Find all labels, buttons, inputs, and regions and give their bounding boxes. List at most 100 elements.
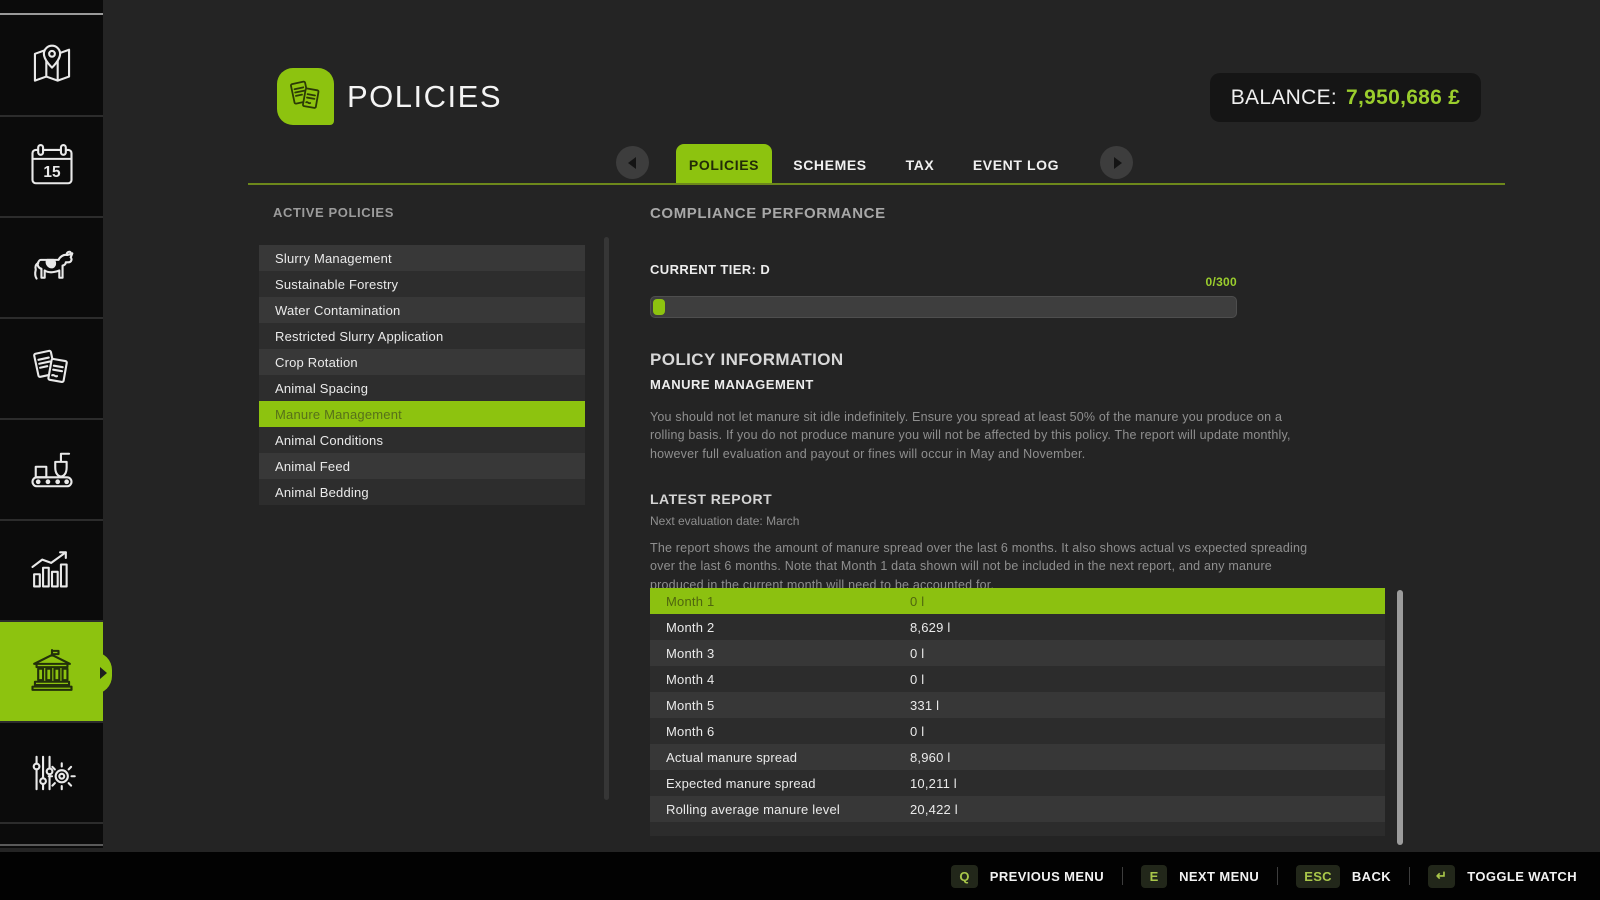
hint-next-menu[interactable]: E NEXT MENU [1141,865,1277,888]
active-item-arrow-icon [100,667,107,679]
table-row-month-5[interactable]: Month 5 331 l [650,692,1385,718]
cow-icon [26,242,78,294]
tab-tax[interactable]: TAX [870,144,970,185]
tab-schemes[interactable]: SCHEMES [780,144,880,185]
policy-list-scrollbar[interactable] [604,237,609,800]
hint-toggle-watch[interactable]: ↵ TOGGLE WATCH [1428,865,1577,888]
active-policies-heading: ACTIVE POLICIES [273,205,394,220]
policy-item-sustainable-forestry[interactable]: Sustainable Forestry [259,271,585,297]
table-row-month-6[interactable]: Month 6 0 l [650,718,1385,744]
table-row-expected-manure-spread[interactable]: Expected manure spread 10,211 l [650,770,1385,796]
policies-documents-icon [284,75,328,119]
sidebar-bottom-divider [0,844,103,846]
calendar-icon: 15 [26,141,78,193]
row-label: Month 1 [666,594,714,609]
policy-item-animal-bedding[interactable]: Animal Bedding [259,479,585,505]
hint-previous-menu[interactable]: Q PREVIOUS MENU [951,865,1122,888]
policy-information-heading: POLICY INFORMATION [650,350,844,370]
left-arrow-icon [628,157,636,169]
documents-icon [26,343,78,395]
sidebar-item-calendar[interactable]: 15 [0,117,103,218]
compliance-progress-bar [650,296,1237,318]
compliance-heading: COMPLIANCE PERFORMANCE [650,205,886,222]
policy-item-animal-spacing[interactable]: Animal Spacing [259,375,585,401]
hint-back[interactable]: ESC BACK [1296,865,1409,888]
row-value: 20,422 l [910,802,958,817]
table-row-month-4[interactable]: Month 4 0 l [650,666,1385,692]
hint-label: NEXT MENU [1179,869,1259,884]
tabs-next-button[interactable] [1100,146,1133,179]
enter-key-icon: ↵ [1428,865,1455,888]
hint-divider [1277,867,1278,885]
sidebar-item-animals[interactable] [0,218,103,319]
production-line-icon [26,444,78,496]
row-label: Month 6 [666,724,714,739]
sidebar-item-finances[interactable] [0,622,103,723]
key-esc-badge: ESC [1296,865,1340,888]
row-value: 0 l [910,646,924,661]
row-value: 10,211 l [910,776,957,791]
sidebar-item-statistics[interactable] [0,521,103,622]
policy-name-heading: MANURE MANAGEMENT [650,377,814,392]
row-value: 0 l [910,594,924,609]
table-row-month-1[interactable]: Month 1 0 l [650,588,1385,614]
table-row-month-2[interactable]: Month 2 8,629 l [650,614,1385,640]
sidebar-top-divider [0,13,103,15]
sidebar-item-production[interactable] [0,420,103,521]
policy-item-animal-feed[interactable]: Animal Feed [259,453,585,479]
policy-item-slurry-management[interactable]: Slurry Management [259,245,585,271]
page-title: POLICIES [347,79,502,115]
sidebar-item-map[interactable] [0,16,103,117]
policy-description: You should not let manure sit idle indef… [650,408,1312,463]
report-scrollbar[interactable] [1397,590,1403,845]
row-label: Month 4 [666,672,714,687]
table-row-month-3[interactable]: Month 3 0 l [650,640,1385,666]
row-label: Month 2 [666,620,714,635]
statistics-icon [26,545,78,597]
hint-label: TOGGLE WATCH [1467,869,1577,884]
row-value: 0 l [910,724,924,739]
balance-display: BALANCE: 7,950,686 £ [1210,73,1481,122]
policy-item-manure-management[interactable]: Manure Management [259,401,585,427]
policy-item-crop-rotation[interactable]: Crop Rotation [259,349,585,375]
table-row-actual-manure-spread[interactable]: Actual manure spread 8,960 l [650,744,1385,770]
balance-value: 7,950,686 £ [1346,86,1460,110]
main-menu-sidebar: 15 [0,0,103,848]
policies-page-icon [277,68,334,125]
table-row-rolling-average-manure-level[interactable]: Rolling average manure level 20,422 l [650,796,1385,822]
row-value: 8,960 l [910,750,950,765]
policies-screen: 15 [0,0,1600,900]
settings-sliders-icon [26,747,78,799]
policy-item-restricted-slurry-application[interactable]: Restricted Slurry Application [259,323,585,349]
latest-report-heading: LATEST REPORT [650,491,772,507]
tab-event-log[interactable]: EVENT LOG [960,144,1072,185]
row-label: Month 3 [666,646,714,661]
report-description: The report shows the amount of manure sp… [650,539,1312,594]
tab-policies[interactable]: POLICIES [676,144,772,185]
balance-label: BALANCE: [1231,86,1337,110]
hint-divider [1122,867,1123,885]
next-evaluation-date: Next evaluation date: March [650,514,799,528]
manure-report-table: Month 1 0 l Month 2 8,629 l Month 3 0 l … [650,588,1385,836]
sidebar-item-contracts[interactable] [0,319,103,420]
hint-label: BACK [1352,869,1391,884]
row-label: Expected manure spread [666,776,816,791]
policy-item-water-contamination[interactable]: Water Contamination [259,297,585,323]
row-value: 8,629 l [910,620,950,635]
tabs-prev-button[interactable] [616,146,649,179]
key-hints-bar: Q PREVIOUS MENU E NEXT MENU ESC BACK ↵ T… [0,852,1600,900]
compliance-progress-count: 0/300 [650,275,1237,289]
hint-label: PREVIOUS MENU [990,869,1104,884]
map-icon [26,40,78,92]
row-label: Actual manure spread [666,750,797,765]
active-policies-list: Slurry Management Sustainable Forestry W… [259,245,585,505]
row-label: Month 5 [666,698,714,713]
table-row-clipped [650,822,1385,836]
right-arrow-icon [1114,157,1122,169]
policy-item-animal-conditions[interactable]: Animal Conditions [259,427,585,453]
row-value: 331 l [910,698,939,713]
tab-underline [248,183,1505,185]
sidebar-item-settings[interactable] [0,723,103,824]
compliance-progress-fill [653,299,665,315]
svg-text:15: 15 [43,163,61,180]
